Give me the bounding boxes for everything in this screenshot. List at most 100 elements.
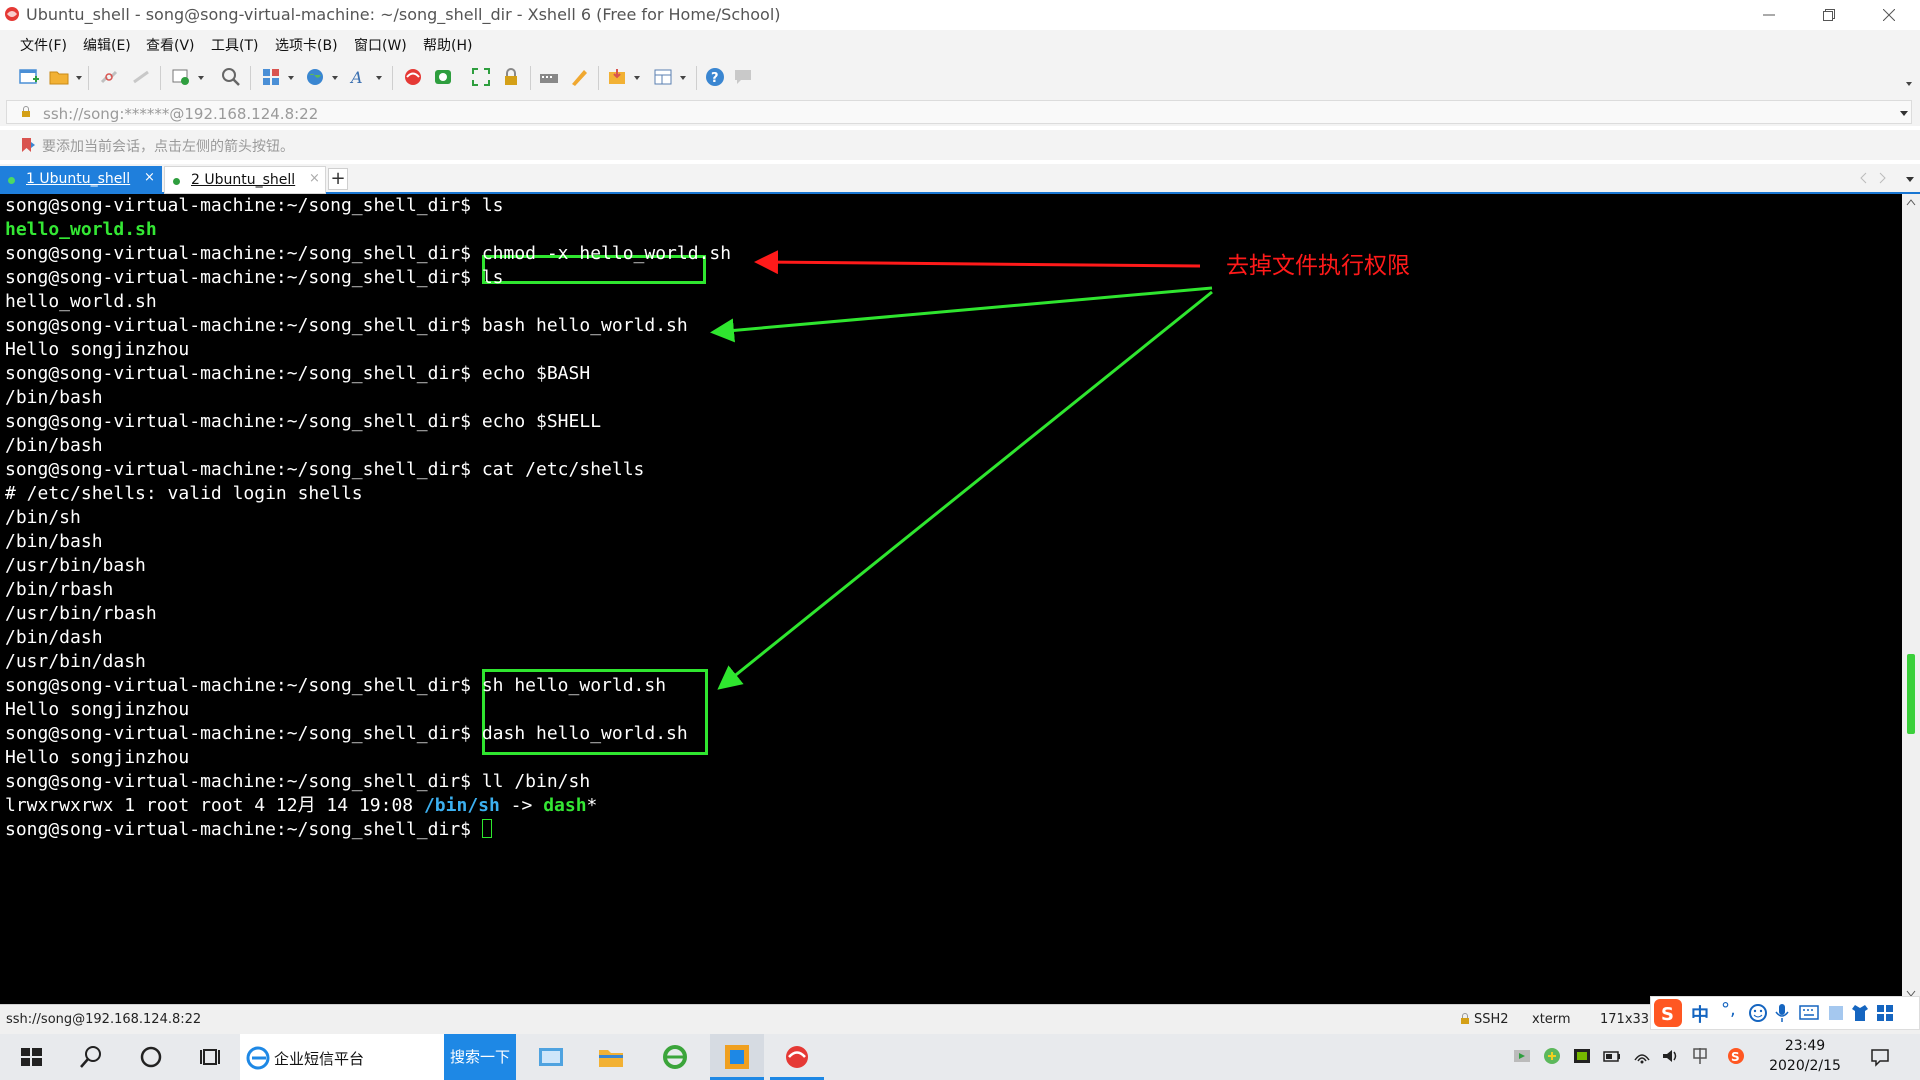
ime-keyboard-icon[interactable]	[1799, 1005, 1819, 1021]
address-dropdown-caret[interactable]	[1900, 111, 1908, 116]
close-button[interactable]	[1866, 0, 1912, 30]
xshell-icon[interactable]	[402, 66, 424, 88]
terminal-area[interactable]: 去掉文件执行权限 song@song-virtual-machine:~/son…	[0, 194, 1902, 1004]
tray-ime-icon[interactable]	[1690, 1046, 1710, 1066]
terminal-line: song@song-virtual-machine:~/song_shell_d…	[5, 458, 644, 482]
address-bar: ssh://song:******@192.168.124.8:22	[0, 98, 1920, 126]
clock-time[interactable]: 23:49	[1770, 1038, 1840, 1054]
transfer-dropdown-caret[interactable]	[634, 76, 640, 80]
taskbar-app-active[interactable]	[710, 1034, 764, 1080]
terminal-line: song@song-virtual-machine:~/song_shell_d…	[5, 410, 601, 434]
scrollbar-thumb[interactable]	[1907, 654, 1915, 734]
tray-sogou-icon[interactable]: S	[1726, 1046, 1746, 1066]
windows-start-icon[interactable]	[16, 1042, 46, 1072]
keyboard-icon[interactable]	[538, 66, 560, 88]
search-icon[interactable]	[76, 1042, 106, 1072]
globe-dropdown-caret[interactable]	[332, 76, 338, 80]
tray-360-icon[interactable]	[1542, 1046, 1562, 1066]
taskbar-search-button[interactable]: 搜索一下	[444, 1034, 516, 1080]
window-title: Ubuntu_shell - song@song-virtual-machine…	[26, 5, 781, 24]
ime-toolbox-icon[interactable]	[1875, 1003, 1895, 1023]
close-icon	[1883, 9, 1895, 21]
font-dropdown-caret[interactable]	[376, 76, 382, 80]
layout-icon[interactable]	[260, 66, 282, 88]
menu-edit[interactable]: 编辑(E)	[83, 35, 131, 55]
new-tab-button[interactable]: +	[328, 168, 348, 190]
shell-command: cat /etc/shells	[481, 459, 645, 480]
tray-media-icon[interactable]	[1512, 1046, 1532, 1066]
ime-voice-icon[interactable]	[1775, 1003, 1789, 1023]
globe-icon[interactable]	[304, 66, 326, 88]
file-explorer-icon[interactable]	[596, 1042, 626, 1072]
scroll-up-icon[interactable]	[1906, 198, 1916, 206]
find-icon[interactable]	[220, 66, 242, 88]
address-field[interactable]: ssh://song:******@192.168.124.8:22	[6, 100, 1912, 124]
new-session-icon[interactable]	[18, 66, 40, 88]
compose-dropdown-caret[interactable]	[680, 76, 686, 80]
tab-list-caret[interactable]	[1906, 177, 1914, 182]
reconnect-icon[interactable]	[130, 66, 152, 88]
minimize-button[interactable]	[1746, 0, 1792, 30]
shell-command: ll /bin/sh	[481, 771, 591, 792]
tab-close-icon[interactable]: ×	[144, 170, 155, 185]
bookmark-arrow-icon[interactable]	[20, 137, 36, 153]
tab-close-icon[interactable]: ×	[309, 171, 320, 186]
help-icon[interactable]: ?	[704, 66, 726, 88]
terminal-scrollbar[interactable]	[1902, 194, 1920, 1004]
ime-emoji-icon[interactable]	[1749, 1004, 1767, 1022]
task-view-icon[interactable]	[196, 1042, 226, 1072]
tray-battery-icon[interactable]	[1602, 1046, 1622, 1066]
font-icon[interactable]: A	[348, 66, 370, 88]
ie-browser-icon[interactable]	[660, 1042, 690, 1072]
menu-file[interactable]: 文件(F)	[20, 35, 67, 55]
notification-center-icon[interactable]	[1870, 1047, 1890, 1067]
ime-skin-icon[interactable]	[1827, 1004, 1845, 1022]
open-folder-icon[interactable]	[48, 66, 70, 88]
tray-volume-icon[interactable]	[1660, 1046, 1680, 1066]
shell-prompt: song@song-virtual-machine:~/song_shell_d…	[5, 819, 482, 840]
lock-icon[interactable]	[500, 66, 522, 88]
tab-ubuntu-shell-2[interactable]: 2 Ubuntu_shell ×	[164, 166, 326, 194]
disconnect-icon[interactable]	[98, 66, 120, 88]
taskbar-xshell-app[interactable]	[770, 1034, 824, 1080]
menu-bar: 文件(F) 编辑(E) 查看(V) 工具(T) 选项卡(B) 窗口(W) 帮助(…	[0, 30, 1920, 58]
properties-icon[interactable]	[170, 66, 192, 88]
layout-dropdown-caret[interactable]	[288, 76, 294, 80]
tray-nvidia-icon[interactable]	[1572, 1046, 1592, 1066]
sogou-logo-icon[interactable]: S	[1653, 998, 1683, 1028]
menu-tools[interactable]: 工具(T)	[211, 35, 258, 55]
menu-window[interactable]: 窗口(W)	[354, 35, 407, 55]
xftp-icon[interactable]	[432, 66, 454, 88]
restore-icon	[1823, 9, 1835, 21]
transfer-icon[interactable]	[606, 66, 628, 88]
tab-scroll-arrows-icon[interactable]	[1860, 172, 1890, 184]
menu-help[interactable]: 帮助(H)	[423, 35, 472, 55]
tray-wifi-icon[interactable]	[1632, 1046, 1652, 1066]
connected-dot-icon	[173, 178, 180, 185]
tab-ubuntu-shell-1[interactable]: 1 Ubuntu_shell ×	[0, 166, 162, 194]
terminal-line: Hello songjinzhou	[5, 698, 189, 722]
ime-shirt-icon[interactable]	[1851, 1003, 1869, 1023]
toolbar-overflow-caret[interactable]	[1906, 82, 1912, 86]
cortana-icon[interactable]	[136, 1042, 166, 1072]
taskbar-search-box[interactable]: 企业短信平台	[240, 1034, 444, 1080]
highlight-pen-icon[interactable]	[568, 66, 590, 88]
menu-tabs[interactable]: 选项卡(B)	[275, 35, 338, 55]
clock-date[interactable]: 2020/2/15	[1760, 1058, 1850, 1074]
terminal-line: song@song-virtual-machine:~/song_shell_d…	[5, 362, 590, 386]
ime-mode[interactable]: 中	[1691, 1001, 1709, 1027]
chat-icon[interactable]	[732, 66, 754, 88]
menu-view[interactable]: 查看(V)	[146, 35, 195, 55]
terminal-cursor	[481, 819, 492, 838]
restore-button[interactable]	[1806, 0, 1852, 30]
status-bar: ssh://song@192.168.124.8:22 SSH2 xterm 1…	[0, 1004, 1920, 1034]
ime-punct-icon[interactable]: °,	[1721, 999, 1736, 1020]
compose-bar-icon[interactable]	[652, 66, 674, 88]
terminal-line: Hello songjinzhou	[5, 338, 189, 362]
session-hint-bar: 要添加当前会话，点击左侧的箭头按钮。	[0, 130, 1920, 160]
open-dropdown-caret[interactable]	[76, 76, 82, 80]
desktop-app-icon[interactable]	[536, 1042, 566, 1072]
symlink-name: /bin/sh	[423, 795, 500, 816]
fullscreen-icon[interactable]	[470, 66, 492, 88]
properties-dropdown-caret[interactable]	[198, 76, 204, 80]
